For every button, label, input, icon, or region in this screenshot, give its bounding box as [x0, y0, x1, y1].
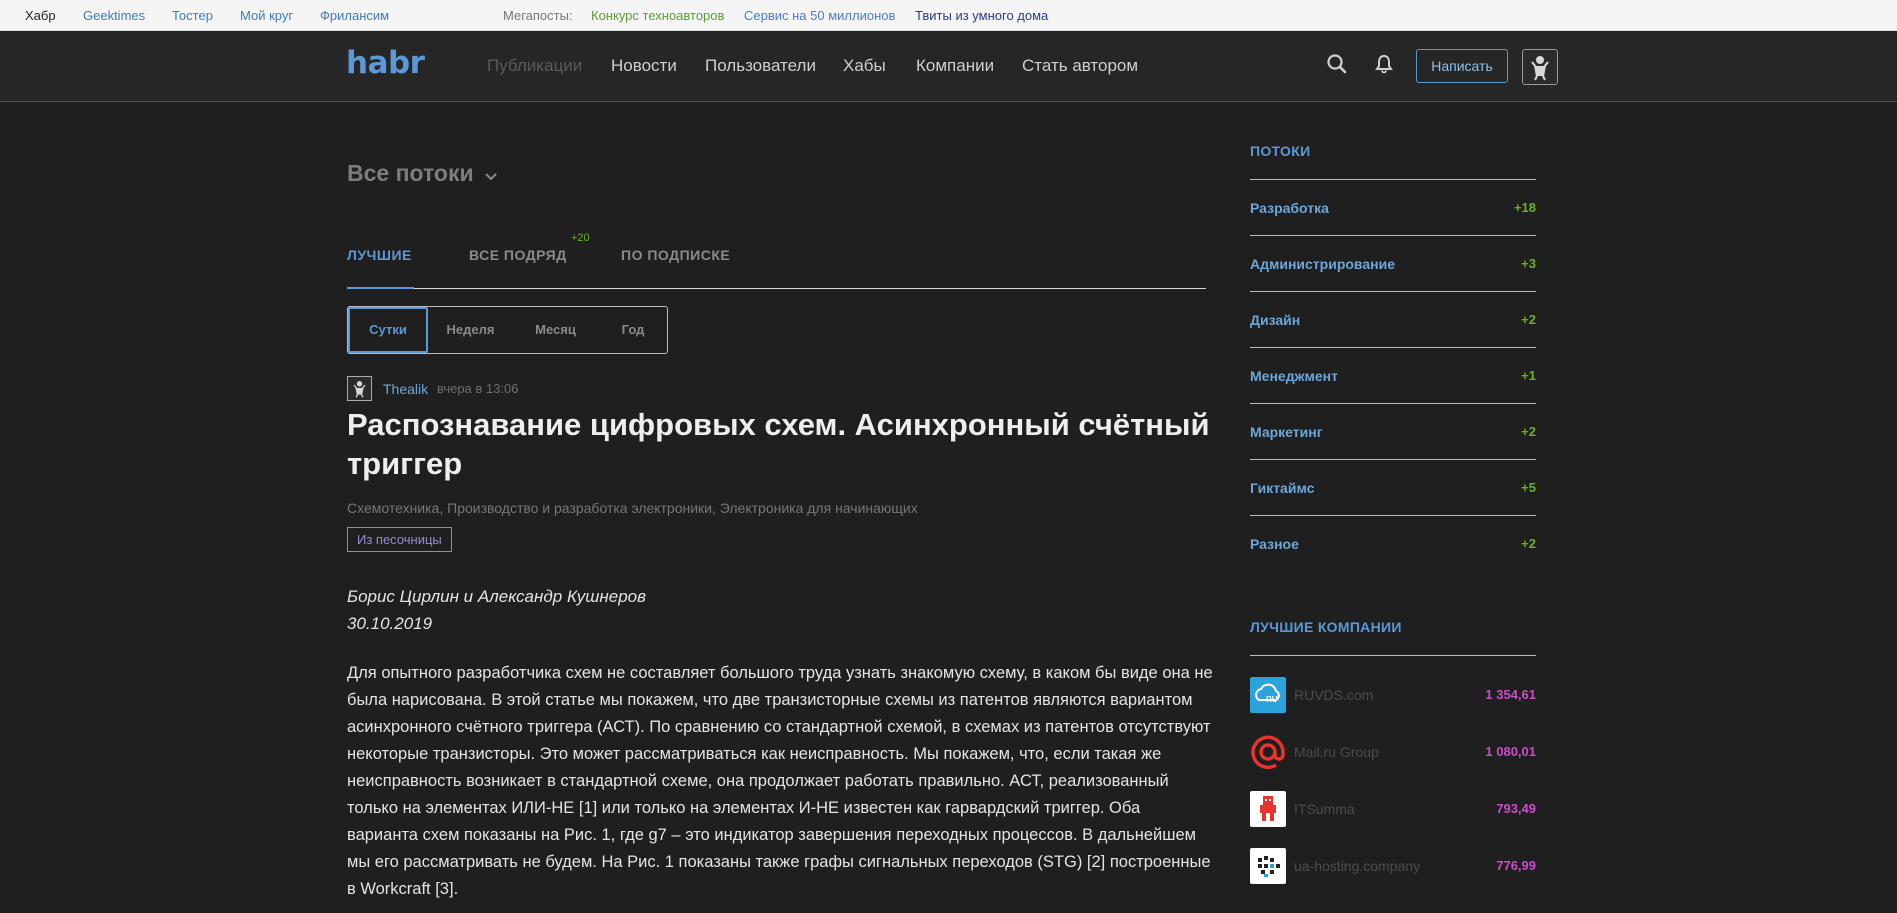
- flow-name: Менеджмент: [1250, 368, 1338, 384]
- period-month[interactable]: Месяц: [513, 307, 598, 353]
- post-author[interactable]: Thealik: [383, 381, 428, 397]
- period-year[interactable]: Год: [598, 307, 668, 353]
- flow-count: +18: [1513, 200, 1536, 215]
- flow-name: Гиктаймс: [1250, 480, 1315, 496]
- active-tab-indicator: [347, 287, 414, 289]
- tab-subscriptions[interactable]: ПО ПОДПИСКЕ: [621, 247, 730, 263]
- tab-all[interactable]: ВСЕ ПОДРЯД: [469, 247, 567, 263]
- user-menu-button[interactable]: [1522, 49, 1558, 85]
- new-posts-badge: +20: [571, 232, 590, 244]
- post-time: вчера в 13:06: [437, 381, 519, 396]
- company-rating: 776,99: [1496, 858, 1536, 873]
- megabar: Хабр Geektimes Тостер Мой круг Фрилансим…: [0, 0, 1897, 31]
- hub-link[interactable]: Схемотехника,: [347, 500, 443, 516]
- divider: [1250, 291, 1536, 292]
- company-item-ruvds[interactable]: RU RUVDS.com 1 354,61: [1250, 677, 1536, 715]
- flow-item-administration[interactable]: Администрирование +3: [1250, 256, 1536, 276]
- nav-companies[interactable]: Компании: [916, 56, 994, 76]
- company-name: Mail.ru Group: [1294, 744, 1379, 760]
- company-name: ua-hosting.company: [1294, 858, 1421, 874]
- company-rating: 1 354,61: [1485, 687, 1536, 702]
- post-byline: Борис Цирлин и Александр Кушнеров 30.10.…: [347, 583, 646, 637]
- site-header: habr Публикации Новости Пользователи Хаб…: [0, 31, 1897, 102]
- nav-users[interactable]: Пользователи: [705, 56, 816, 76]
- flow-count: +2: [1521, 312, 1536, 327]
- divider: [1250, 655, 1536, 656]
- tab-best[interactable]: ЛУЧШИЕ: [347, 247, 412, 263]
- megapost-link-1[interactable]: Конкурс техноавторов: [591, 8, 724, 23]
- search-icon[interactable]: [1326, 53, 1348, 75]
- post-body: Для опытного разработчика схем не состав…: [347, 664, 1213, 898]
- flow-count: +5: [1521, 480, 1536, 495]
- tabs-divider: [347, 288, 1206, 289]
- flow-item-management[interactable]: Менеджмент +1: [1250, 368, 1536, 388]
- author-avatar-icon: [353, 381, 366, 398]
- megabar-link-toster[interactable]: Тостер: [172, 8, 213, 23]
- companies-title: ЛУЧШИЕ КОМПАНИИ: [1250, 619, 1402, 635]
- mailru-logo-icon: [1250, 734, 1286, 770]
- company-rating: 793,49: [1496, 801, 1536, 816]
- megapost-link-3[interactable]: Твиты из умного дома: [915, 8, 1048, 23]
- megabar-link-freelansim[interactable]: Фрилансим: [320, 8, 389, 23]
- sandbox-badge[interactable]: Из песочницы: [347, 527, 452, 552]
- nav-become-author[interactable]: Стать автором: [1022, 56, 1138, 76]
- flow-item-marketing[interactable]: Маркетинг +2: [1250, 424, 1536, 444]
- post-title[interactable]: Распознавание цифровых схем. Асинхронный…: [347, 405, 1217, 483]
- company-name: ITSumma: [1294, 801, 1355, 817]
- feed-title: Все потоки: [347, 160, 474, 186]
- period-day[interactable]: Сутки: [348, 307, 428, 353]
- flow-name: Администрирование: [1250, 256, 1395, 272]
- author-avatar[interactable]: [347, 376, 372, 401]
- nav-news[interactable]: Новости: [611, 56, 677, 76]
- hub-link[interactable]: Производство и разработка электроники,: [447, 500, 716, 516]
- post-date: 30.10.2019: [347, 614, 433, 633]
- flow-item-development[interactable]: Разработка +18: [1250, 200, 1536, 220]
- flow-name: Маркетинг: [1250, 424, 1323, 440]
- period-week[interactable]: Неделя: [428, 307, 513, 353]
- ruvds-logo-icon: RU: [1250, 677, 1286, 713]
- flow-name: Дизайн: [1250, 312, 1301, 328]
- flow-item-geektimes[interactable]: Гиктаймс +5: [1250, 480, 1536, 500]
- divider: [1250, 179, 1536, 180]
- itsumma-logo-icon: [1250, 791, 1286, 827]
- megabar-link-geektimes[interactable]: Geektimes: [83, 8, 145, 23]
- flow-name: Разработка: [1250, 200, 1329, 216]
- uahosting-logo-icon: [1250, 848, 1286, 884]
- divider: [1250, 459, 1536, 460]
- flow-count: +2: [1521, 424, 1536, 439]
- company-item-itsumma[interactable]: ITSumma 793,49: [1250, 791, 1536, 829]
- hub-link[interactable]: Электроника для начинающих: [720, 500, 918, 516]
- divider: [1250, 347, 1536, 348]
- company-item-uahosting[interactable]: ua-hosting.company 776,99: [1250, 848, 1536, 886]
- period-selector: Сутки Неделя Месяц Год: [347, 306, 668, 354]
- nav-publications[interactable]: Публикации: [487, 56, 582, 76]
- divider: [1250, 403, 1536, 404]
- post-hubs: Схемотехника, Производство и разработка …: [347, 500, 918, 516]
- flow-item-design[interactable]: Дизайн +2: [1250, 312, 1536, 332]
- divider: [1250, 235, 1536, 236]
- svg-text:RU: RU: [1266, 695, 1278, 704]
- megapost-link-2[interactable]: Сервис на 50 миллионов: [744, 8, 895, 23]
- feed-title-dropdown[interactable]: Все потоки: [347, 160, 498, 187]
- company-rating: 1 080,01: [1485, 744, 1536, 759]
- divider: [1250, 515, 1536, 516]
- flow-name: Разное: [1250, 536, 1299, 552]
- flow-item-misc[interactable]: Разное +2: [1250, 536, 1536, 556]
- post-authors-names: Борис Цирлин и Александр Кушнеров: [347, 587, 646, 606]
- user-avatar-icon: [1531, 56, 1549, 81]
- write-button[interactable]: Написать: [1416, 49, 1508, 83]
- megabar-link-habr[interactable]: Хабр: [25, 8, 56, 23]
- flows-title: ПОТОКИ: [1250, 143, 1311, 159]
- company-name: RUVDS.com: [1294, 687, 1374, 703]
- bell-icon[interactable]: [1373, 53, 1395, 75]
- megabar-link-moikrug[interactable]: Мой круг: [240, 8, 293, 23]
- flow-count: +1: [1521, 368, 1536, 383]
- nav-hubs[interactable]: Хабы: [843, 56, 886, 76]
- chevron-down-icon: [485, 173, 497, 181]
- company-item-mailru[interactable]: Mail.ru Group 1 080,01: [1250, 734, 1536, 772]
- habr-logo[interactable]: habr: [346, 45, 425, 81]
- megaposts-label: Мегапосты:: [503, 8, 573, 23]
- flow-count: +2: [1521, 536, 1536, 551]
- flow-count: +3: [1521, 256, 1536, 271]
